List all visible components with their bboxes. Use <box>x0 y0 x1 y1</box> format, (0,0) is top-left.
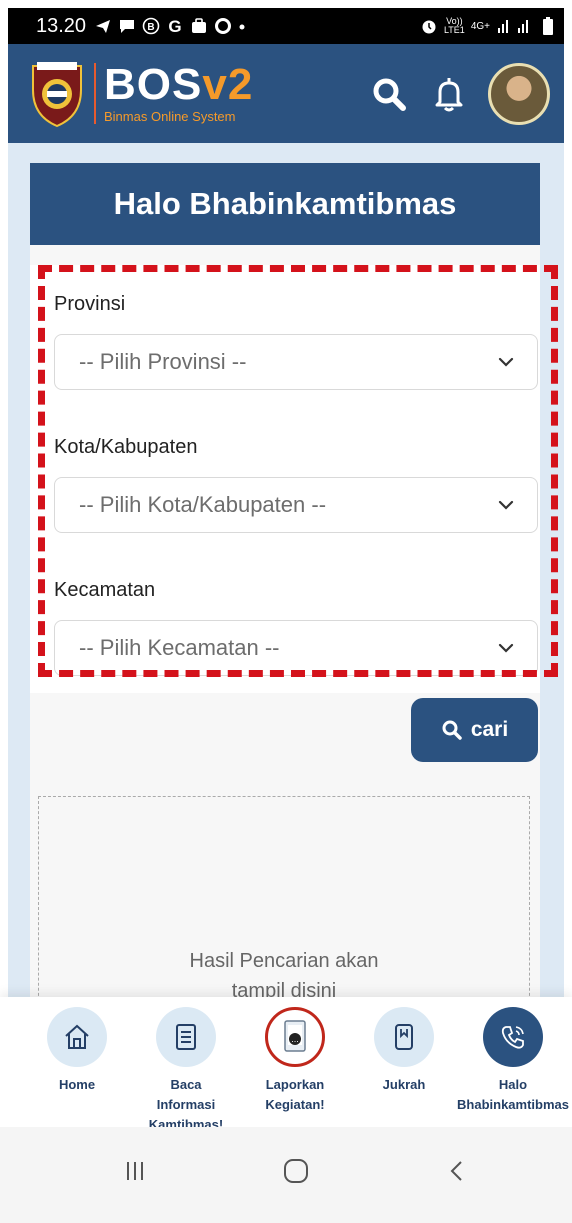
alarm-icon <box>422 20 436 34</box>
kota-label: Kota/Kabupaten <box>54 436 198 458</box>
search-button-label: cari <box>470 718 509 741</box>
search-card: Halo Bhabinkamtibmas Provinsi -- Pilih P… <box>30 163 558 1063</box>
nav-home[interactable]: Home <box>22 1007 132 1095</box>
svg-text:G: G <box>168 17 181 35</box>
nav-laporkan-kegiatan[interactable]: ... Laporkan Kegiatan! <box>240 1007 350 1115</box>
chevron-down-icon <box>498 357 514 367</box>
status-bar-left: 13.20 B G <box>36 15 246 38</box>
b-icon: B <box>142 17 160 35</box>
system-navigation-bar <box>0 1127 572 1223</box>
provinsi-select-value: -- Pilih Provinsi -- <box>79 349 247 374</box>
book-icon <box>374 1007 434 1067</box>
nav-halo-bhabinkamtibmas[interactable]: Halo Bhabinkamtibmas <box>457 1007 569 1115</box>
search-result-area: Hasil Pencarian akan tampil disini <box>38 796 530 1016</box>
page-body: Halo Bhabinkamtibmas Provinsi -- Pilih P… <box>8 143 564 1063</box>
location-form: Provinsi -- Pilih Provinsi -- Kota/Kabup… <box>30 265 540 693</box>
status-time: 13.20 <box>36 14 87 37</box>
telegram-icon <box>96 20 111 33</box>
search-button[interactable]: cari <box>411 698 538 762</box>
kota-select-value: -- Pilih Kota/Kabupaten -- <box>79 492 327 517</box>
app-title: BOSv2 <box>104 60 254 109</box>
document-icon <box>156 1007 216 1067</box>
chevron-down-icon <box>498 643 514 653</box>
svg-text:B: B <box>147 22 154 33</box>
recent-apps-icon[interactable] <box>105 1151 165 1191</box>
app-logo-text: BOSv2 Binmas Online System <box>94 63 253 124</box>
dot-icon <box>239 24 245 30</box>
status-bar: 13.20 B G Vo)) LTE1 4G+ <box>8 8 564 44</box>
app-subtitle: Binmas Online System <box>104 109 236 124</box>
phone-icon <box>483 1007 543 1067</box>
status-bar-right: Vo)) LTE1 4G+ <box>420 16 554 36</box>
circle-icon <box>215 18 232 34</box>
report-icon: ... <box>265 1007 325 1067</box>
greeting-title: Halo Bhabinkamtibmas <box>113 186 457 221</box>
app-header: BOSv2 Binmas Online System <box>8 44 564 143</box>
binmas-logo-icon <box>28 59 86 129</box>
chat-icon <box>120 20 135 33</box>
network-type: 4G+ <box>470 20 490 32</box>
nav-jukrah[interactable]: Jukrah <box>349 1007 459 1095</box>
card-header: Halo Bhabinkamtibmas <box>30 163 540 245</box>
provinsi-label: Provinsi <box>54 293 126 315</box>
nav-halo-label: Halo Bhabinkamtibmas <box>457 1077 569 1112</box>
nav-jukrah-label: Jukrah <box>382 1077 426 1092</box>
home-icon <box>47 1007 107 1067</box>
notification-bell-icon[interactable] <box>426 71 472 117</box>
kota-select[interactable]: -- Pilih Kota/Kabupaten -- <box>54 477 538 533</box>
search-icon[interactable] <box>366 71 412 117</box>
avatar[interactable] <box>488 62 550 125</box>
svg-text:...: ... <box>291 1035 299 1044</box>
notification-icons: B G <box>94 17 246 35</box>
back-icon[interactable] <box>427 1151 487 1191</box>
google-icon: G <box>168 17 181 35</box>
volte-indicator: Vo)) LTE1 <box>443 16 465 35</box>
chevron-down-icon <box>498 500 514 510</box>
kecamatan-select-value: -- Pilih Kecamatan -- <box>79 635 280 660</box>
search-icon <box>442 720 462 740</box>
nav-baca-informasi[interactable]: Baca Informasi Kamtibmas! <box>131 1007 241 1135</box>
bag-icon <box>192 18 207 33</box>
kecamatan-label: Kecamatan <box>54 579 156 601</box>
kecamatan-select[interactable]: -- Pilih Kecamatan -- <box>54 620 538 676</box>
bottom-navigation: Home Baca Informasi Kamtibmas! ... Lapor… <box>0 997 572 1132</box>
home-button-icon[interactable] <box>266 1151 326 1191</box>
provinsi-select[interactable]: -- Pilih Provinsi -- <box>54 334 538 390</box>
nav-baca-label: Baca Informasi Kamtibmas! <box>148 1077 224 1132</box>
nav-home-label: Home <box>58 1077 96 1092</box>
signal-icon <box>498 20 528 33</box>
battery-icon <box>543 17 553 35</box>
app-title-version: v2 <box>202 60 254 109</box>
nav-laporkan-label: Laporkan Kegiatan! <box>265 1077 325 1112</box>
